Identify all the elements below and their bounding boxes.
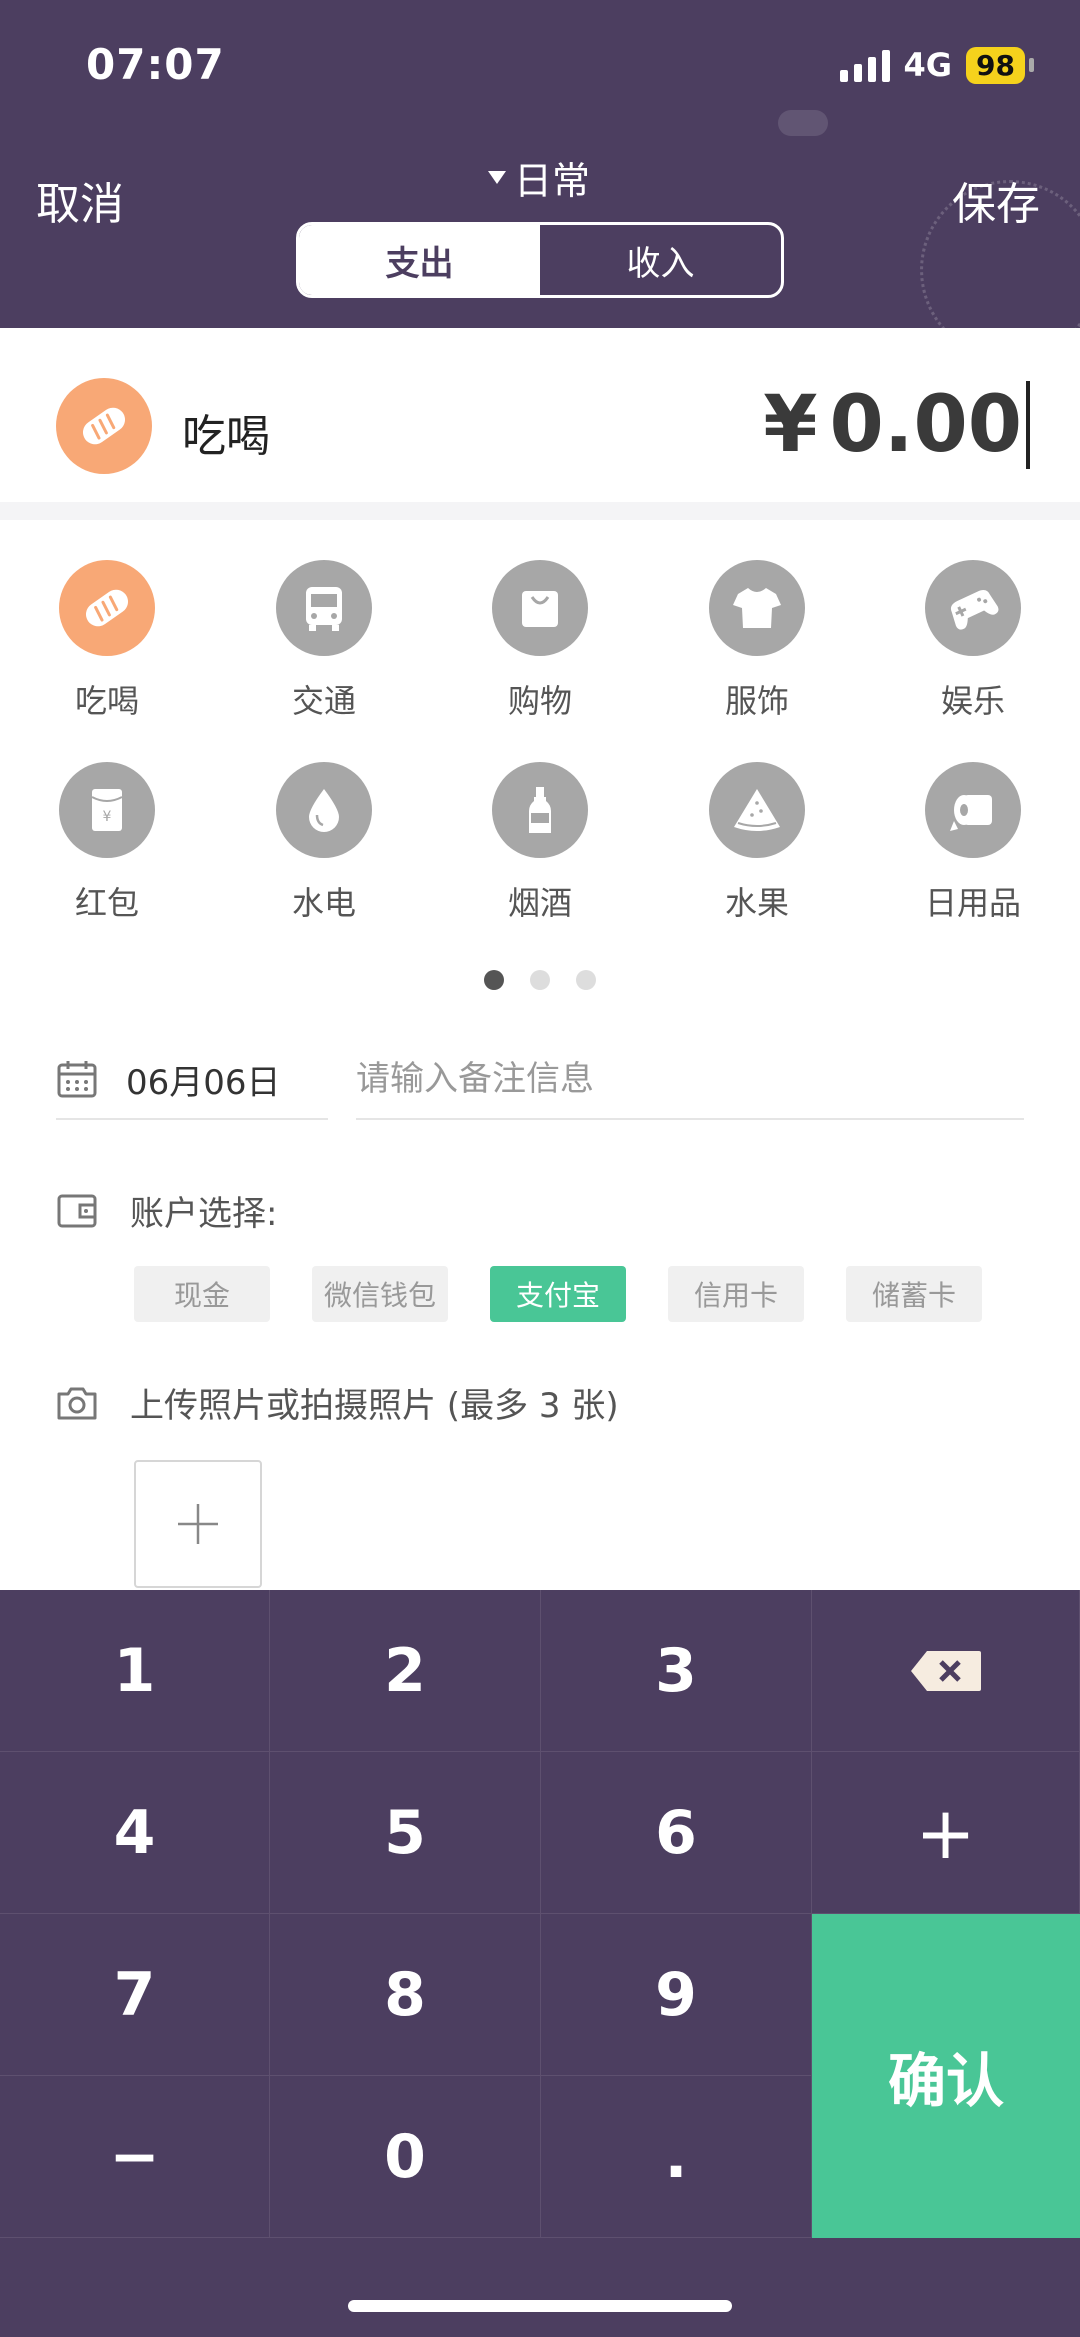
page-dot[interactable]	[484, 970, 504, 990]
home-indicator[interactable]	[348, 2300, 732, 2312]
date-picker[interactable]: 06月06日	[56, 1040, 328, 1120]
currency-symbol: ¥	[763, 380, 818, 470]
category-item[interactable]: 交通	[234, 560, 414, 722]
watermelon-icon	[709, 762, 805, 858]
network-type: 4G	[903, 46, 953, 84]
category-label: 娱乐	[940, 682, 1005, 720]
page-dot[interactable]	[576, 970, 596, 990]
key-7[interactable]: 7	[0, 1914, 270, 2076]
date-value: 06月06日	[126, 1062, 281, 1103]
category-item[interactable]: 烟酒	[450, 762, 630, 924]
status-time: 07:07	[86, 40, 225, 89]
key-1[interactable]: 1	[0, 1590, 270, 1752]
plus-icon	[178, 1504, 218, 1544]
bread-icon	[56, 378, 152, 474]
backspace-key[interactable]	[812, 1590, 1080, 1752]
photo-row: 上传照片或拍摄照片 (最多 3 张)	[56, 1378, 619, 1427]
account-chip-cash[interactable]: 现金	[134, 1266, 270, 1322]
backspace-icon	[910, 1650, 981, 1691]
add-photo-button[interactable]	[134, 1460, 262, 1588]
account-label: 账户选择:	[130, 1194, 278, 1234]
camera-icon	[57, 1387, 97, 1419]
page-indicator	[0, 970, 1080, 990]
confirm-button[interactable]: 确认	[812, 1914, 1080, 2238]
key-6[interactable]: 6	[541, 1752, 812, 1914]
plus-key[interactable]: +	[812, 1752, 1080, 1914]
amount-row: 吃喝 ¥ 0.00	[0, 328, 1080, 502]
text-caret	[1026, 381, 1030, 469]
red-envelope-icon: ¥	[59, 762, 155, 858]
category-item[interactable]: 娱乐	[883, 560, 1063, 722]
category-item[interactable]: 服饰	[667, 560, 847, 722]
cloud-decoration	[778, 110, 828, 136]
key-5[interactable]: 5	[270, 1752, 541, 1914]
page-dot[interactable]	[530, 970, 550, 990]
note-input[interactable]	[356, 1059, 1024, 1099]
category-item[interactable]: 购物	[450, 560, 630, 722]
category-item[interactable]: 吃喝	[17, 560, 197, 722]
category-label: 吃喝	[74, 682, 139, 720]
key-4[interactable]: 4	[0, 1752, 270, 1914]
amount-display[interactable]: ¥ 0.00	[763, 380, 1030, 470]
gamepad-icon	[925, 560, 1021, 656]
category-item[interactable]: 水电	[234, 762, 414, 924]
tissue-roll-icon	[925, 762, 1021, 858]
account-chip-wechat[interactable]: 微信钱包	[312, 1266, 448, 1322]
category-label: 水电	[291, 884, 356, 922]
section-divider	[0, 502, 1080, 520]
minus-key[interactable]: −	[0, 2076, 270, 2238]
category-item[interactable]: ¥ 红包	[17, 762, 197, 924]
selected-category-name: 吃喝	[182, 411, 270, 462]
svg-text:¥: ¥	[103, 809, 112, 825]
key-8[interactable]: 8	[270, 1914, 541, 2076]
category-label: 服饰	[724, 682, 789, 720]
category-label: 购物	[507, 682, 572, 720]
category-label: 日用品	[924, 884, 1021, 922]
bottle-icon	[492, 762, 588, 858]
photo-label: 上传照片或拍摄照片 (最多 3 张)	[130, 1386, 619, 1426]
signal-icon	[839, 48, 890, 82]
book-name: 日常	[514, 159, 591, 203]
type-segmented-control: 支出 收入	[296, 222, 784, 298]
account-chips: 现金 微信钱包 支付宝 信用卡 储蓄卡	[134, 1266, 982, 1322]
category-item[interactable]: 水果	[667, 762, 847, 924]
tshirt-icon	[709, 560, 805, 656]
number-keypad: 1 2 3 4 5 6 + 7 8 9 − 0 . 确认	[0, 1590, 1080, 2337]
wallet-icon	[57, 1194, 97, 1227]
save-button[interactable]: 保存	[952, 168, 1040, 232]
water-drop-icon	[276, 762, 372, 858]
account-chip-debit-card[interactable]: 储蓄卡	[846, 1266, 982, 1322]
category-label: 烟酒	[507, 884, 572, 922]
category-item[interactable]: 日用品	[883, 762, 1063, 924]
battery-level: 98	[966, 46, 1025, 84]
key-9[interactable]: 9	[541, 1914, 812, 2076]
battery-icon	[1029, 58, 1034, 72]
status-indicators: 4G 98	[839, 46, 1034, 84]
shopping-bag-icon	[492, 560, 588, 656]
dropdown-triangle-icon	[488, 171, 506, 184]
cancel-button[interactable]: 取消	[36, 168, 124, 232]
book-selector[interactable]: 日常	[488, 150, 590, 205]
category-label: 水果	[724, 884, 789, 922]
decimal-key[interactable]: .	[541, 2076, 812, 2238]
amount-value: 0.00	[829, 380, 1022, 470]
key-3[interactable]: 3	[541, 1590, 812, 1752]
bread-icon	[59, 560, 155, 656]
account-row: 账户选择:	[56, 1186, 277, 1235]
category-label: 交通	[291, 682, 356, 720]
account-chip-alipay[interactable]: 支付宝	[490, 1266, 626, 1322]
tab-income[interactable]: 收入	[540, 225, 781, 295]
category-label: 红包	[74, 884, 139, 922]
account-chip-credit-card[interactable]: 信用卡	[668, 1266, 804, 1322]
bus-icon	[276, 560, 372, 656]
calendar-icon	[57, 1061, 97, 1098]
key-2[interactable]: 2	[270, 1590, 541, 1752]
header: 07:07 4G 98 取消 日常 保存 支出 收入	[0, 0, 1080, 328]
tab-expense[interactable]: 支出	[299, 225, 540, 295]
note-field-wrapper	[356, 1040, 1024, 1120]
key-0[interactable]: 0	[270, 2076, 541, 2238]
